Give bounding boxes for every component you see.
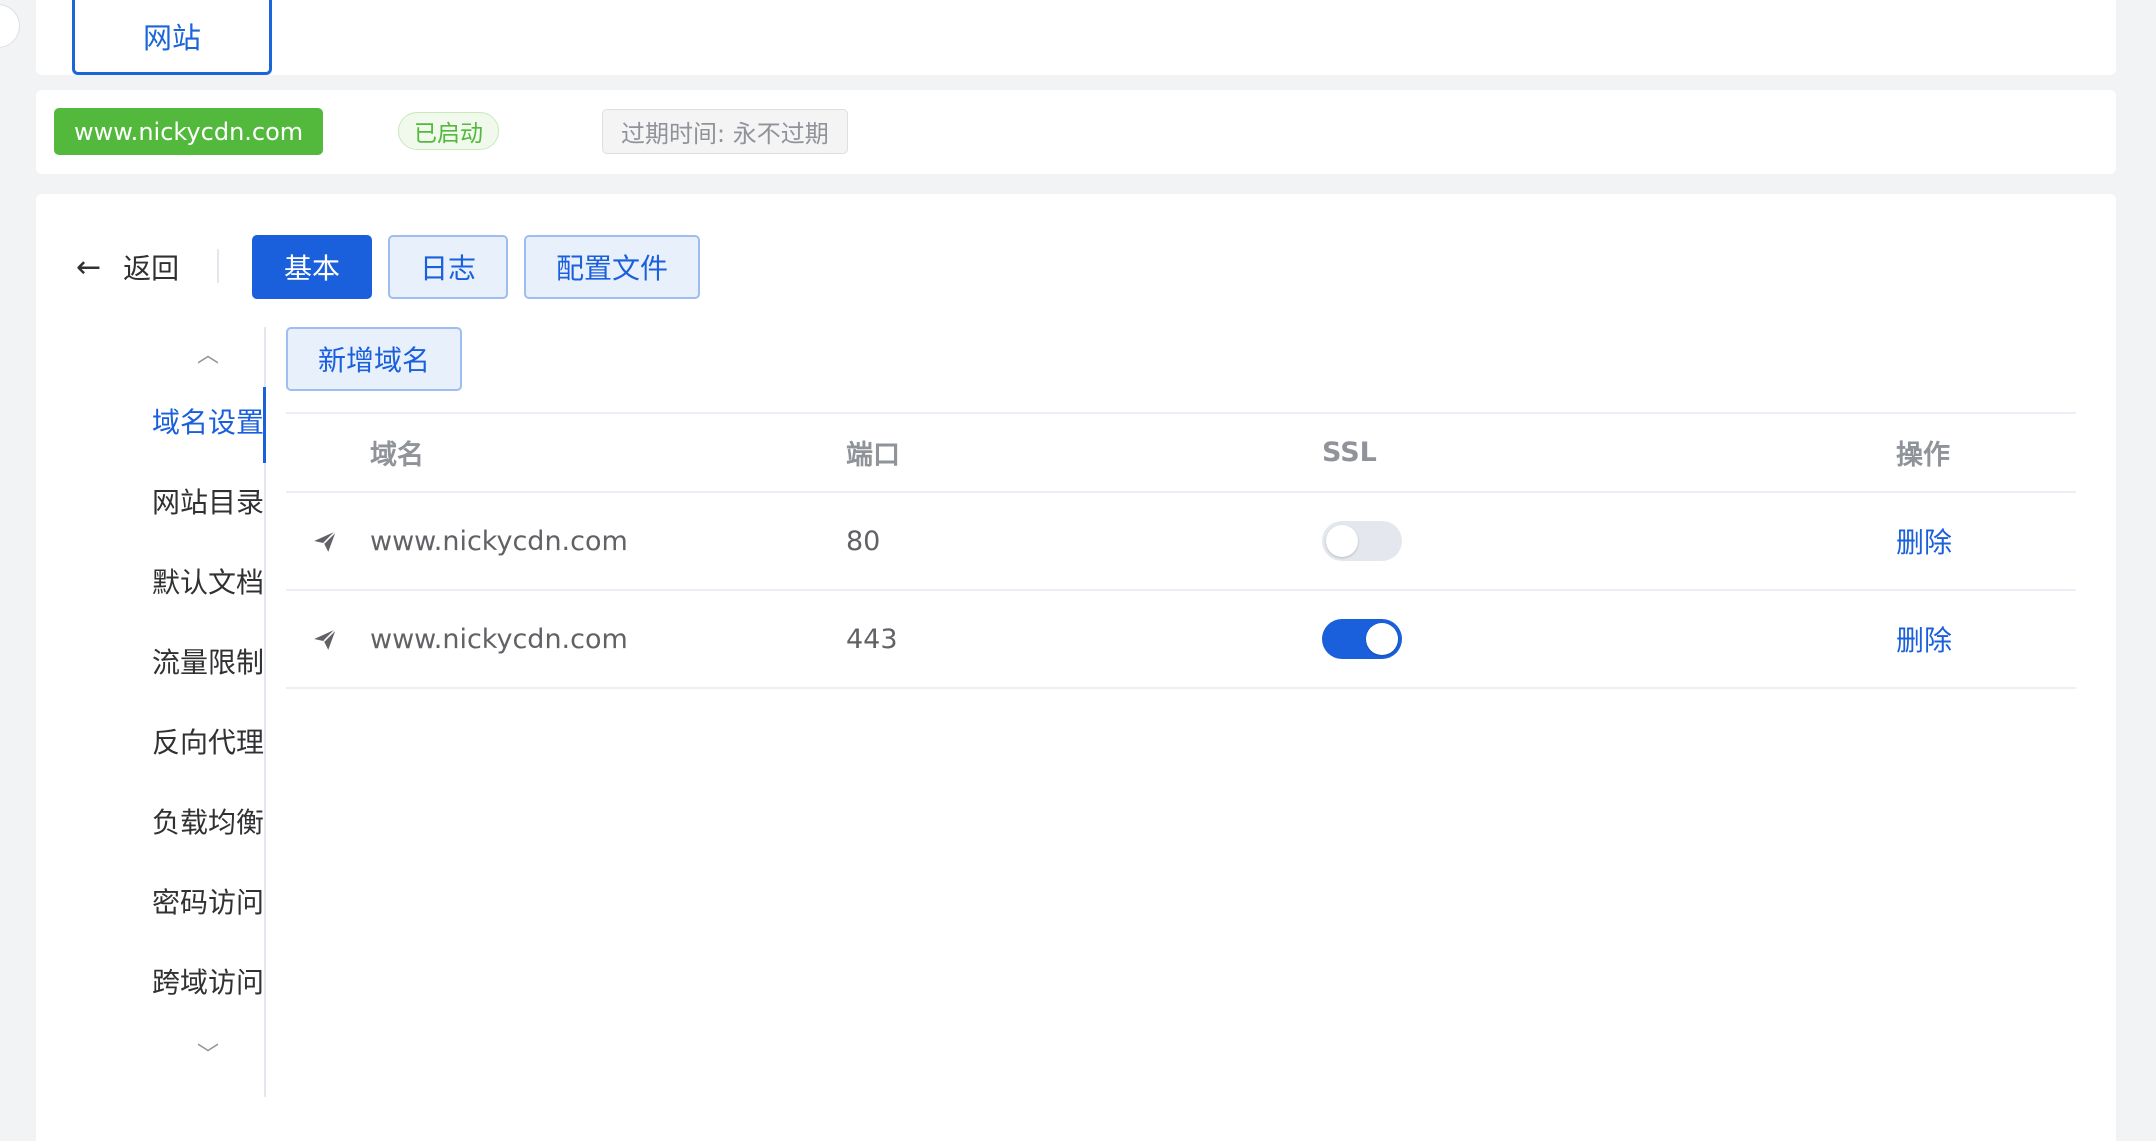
- side-menu-item-load-balancing[interactable]: 负载均衡: [152, 803, 264, 843]
- ssl-toggle[interactable]: [1322, 521, 1402, 561]
- back-button[interactable]: ← 返回: [76, 242, 179, 292]
- delete-button[interactable]: 删除: [1896, 521, 1952, 561]
- side-menu-item-cors[interactable]: 跨域访问: [152, 963, 264, 1003]
- column-header-domain: 域名: [370, 440, 424, 471]
- settings-side-menu: ︿ 域名设置 网站目录 默认文档 流量限制 反向代理 负载均衡 密码访问 跨域访…: [96, 327, 266, 1097]
- site-name-tag[interactable]: www.nickycdn.com: [54, 108, 324, 155]
- port-cell: 80: [846, 525, 881, 557]
- column-header-actions: 操作: [1896, 440, 1950, 471]
- arrow-left-icon: ←: [76, 249, 102, 285]
- tab-logs[interactable]: 日志: [388, 235, 508, 299]
- side-menu-item-domain-settings[interactable]: 域名设置: [152, 403, 264, 443]
- toolbar-divider: [217, 249, 219, 283]
- tab-basic-label: 基本: [283, 252, 340, 285]
- tab-config-file[interactable]: 配置文件: [524, 235, 700, 299]
- ssl-toggle[interactable]: [1322, 619, 1402, 659]
- table-row: www.nickycdn.com 80 删除: [286, 493, 2076, 591]
- side-menu-item-default-document[interactable]: 默认文档: [152, 563, 264, 603]
- expire-badge: 过期时间: 永不过期: [602, 109, 848, 154]
- tab-logs-label: 日志: [419, 252, 476, 285]
- main-panel: ← 返回 基本 日志 配置文件 ︿ 域名设置 网站目录 默认文档 流量限制 反向…: [36, 194, 2116, 1141]
- site-info-bar: www.nickycdn.com 已启动 过期时间: 永不过期: [36, 90, 2116, 174]
- expire-label: 过期时间: 永不过期: [621, 120, 829, 148]
- tab-website-label: 网站: [142, 20, 201, 55]
- column-header-port: 端口: [846, 440, 900, 471]
- tab-basic[interactable]: 基本: [252, 235, 372, 299]
- status-badge: 已启动: [398, 112, 499, 150]
- collapse-handle[interactable]: [0, 4, 20, 48]
- actions-cell: 删除: [1896, 591, 1952, 687]
- side-menu-item-site-directory[interactable]: 网站目录: [152, 483, 264, 523]
- top-tab-bar: 网站: [36, 0, 2116, 75]
- table-row: www.nickycdn.com 443 删除: [286, 591, 2076, 689]
- ssl-toggle-knob: [1326, 525, 1358, 557]
- page: 网站 www.nickycdn.com 已启动 过期时间: 永不过期 ← 返回 …: [0, 0, 2156, 1141]
- tab-website[interactable]: 网站: [72, 0, 272, 75]
- side-menu-item-password-access[interactable]: 密码访问: [152, 883, 264, 923]
- port-cell: 443: [846, 623, 898, 655]
- column-header-ssl: SSL: [1322, 437, 1377, 468]
- chevron-down-icon[interactable]: ﹀: [96, 1037, 320, 1069]
- site-name-label: www.nickycdn.com: [74, 117, 304, 146]
- status-label: 已启动: [414, 121, 483, 147]
- domain-cell: www.nickycdn.com: [370, 623, 628, 655]
- add-domain-label: 新增域名: [317, 344, 430, 377]
- table-header-row: 域名 端口 SSL 操作: [286, 414, 2076, 493]
- domain-table: 域名 端口 SSL 操作 www.nickycdn.com 80 删除 www.…: [286, 412, 2076, 689]
- send-icon: [312, 591, 352, 687]
- side-menu-item-traffic-limit[interactable]: 流量限制: [152, 643, 264, 683]
- ssl-toggle-knob: [1366, 623, 1398, 655]
- actions-cell: 删除: [1896, 493, 1952, 589]
- delete-button[interactable]: 删除: [1896, 619, 1952, 659]
- domain-cell: www.nickycdn.com: [370, 525, 628, 557]
- tab-config-file-label: 配置文件: [555, 252, 668, 285]
- add-domain-button[interactable]: 新增域名: [286, 327, 462, 391]
- ssl-cell: [1322, 493, 1402, 589]
- ssl-cell: [1322, 591, 1402, 687]
- send-icon: [312, 493, 352, 589]
- side-menu-active-indicator: [263, 387, 266, 463]
- back-label: 返回: [123, 252, 180, 285]
- side-menu-item-reverse-proxy[interactable]: 反向代理: [152, 723, 264, 763]
